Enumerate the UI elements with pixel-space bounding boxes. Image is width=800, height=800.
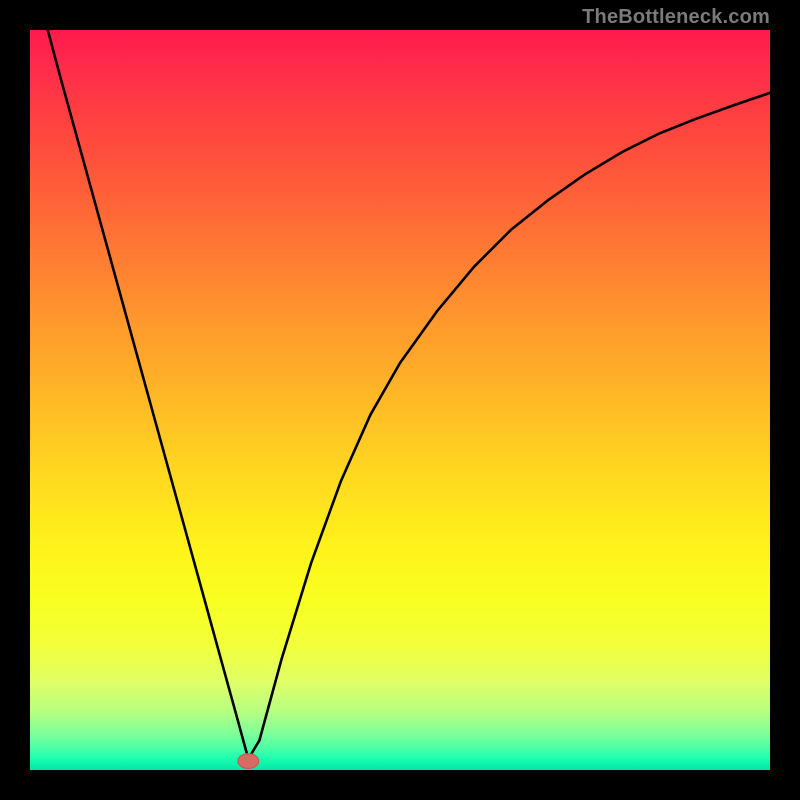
bottleneck-curve <box>30 30 770 759</box>
watermark-text: TheBottleneck.com <box>582 6 770 29</box>
plot-area <box>30 30 770 770</box>
chart-svg <box>30 30 770 770</box>
chart-frame: TheBottleneck.com <box>0 0 800 800</box>
minimum-marker <box>238 754 259 769</box>
